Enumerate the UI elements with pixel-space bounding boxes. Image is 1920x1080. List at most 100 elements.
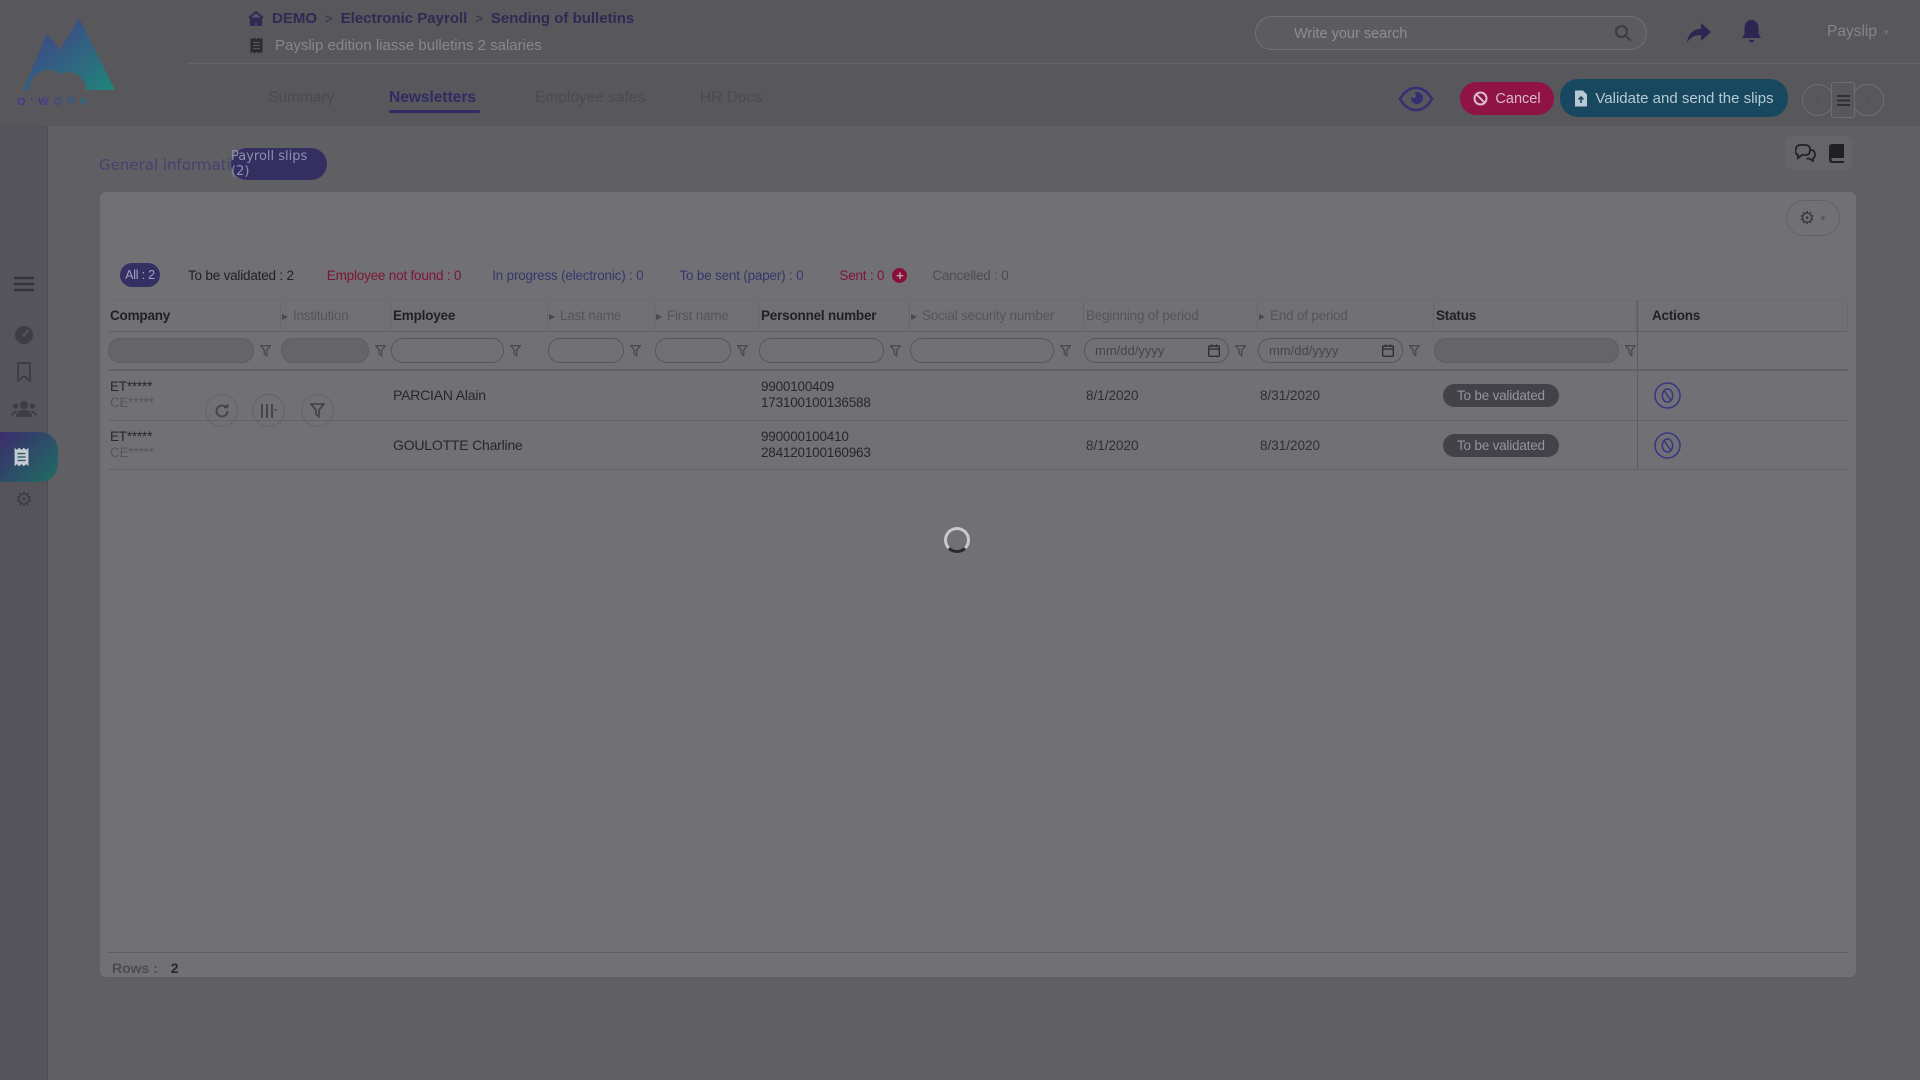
filter-input-ssn[interactable] [910,338,1054,363]
hamburger-menu-icon[interactable] [0,276,48,292]
tab-general-information[interactable]: General information [99,156,249,174]
expand-arrow-icon[interactable]: ▶ [656,302,662,331]
column-header-personnel-number[interactable]: Personnel number [759,301,910,331]
cell-ssn [910,371,1084,420]
status-chip-in-progress[interactable]: In progress (electronic) : 0 [492,268,643,283]
cell-company: ET***** CE***** [108,371,281,420]
receipt-icon [14,447,29,467]
home-icon[interactable] [248,11,264,26]
app-logo[interactable]: O'WORK [17,12,137,108]
column-header-first-name[interactable]: ▶First name [655,301,759,331]
cancel-slip-button ban-icon[interactable] [1654,432,1681,459]
search-icon[interactable] [1614,24,1632,42]
filter-input-personnel-number[interactable] [759,338,884,363]
column-header-employee[interactable]: Employee [391,301,548,331]
plus-circle-icon[interactable]: + [892,268,907,283]
validate-and-send-button[interactable]: Validate and send the slips [1560,79,1788,117]
funnel-icon[interactable] [890,345,901,357]
funnel-icon[interactable] [1060,345,1071,357]
book-icon[interactable] [1829,144,1844,163]
ban-icon [1473,91,1488,106]
pager-list-icon[interactable] [1831,82,1855,118]
cell-institution [281,421,391,470]
pager-next-icon[interactable]: › [1852,84,1884,116]
chevron-down-icon: ▼ [1819,214,1827,223]
brand-name: O'WORK [17,96,137,108]
column-header-institution[interactable]: ▶Institution [281,301,391,331]
funnel-icon[interactable] [260,345,271,357]
filter-input-status[interactable] [1434,338,1619,363]
user-menu[interactable]: Payslip ▾ [1827,23,1889,41]
funnel-icon[interactable] [1625,345,1636,357]
table-filter-row [108,332,1848,370]
sidebar-item-employees[interactable] [0,400,48,418]
pager-prev-icon[interactable]: ‹ [1802,84,1834,116]
sidebar-item-bookmarks[interactable] [0,362,48,382]
active-tab-underline [389,110,480,113]
sidebar-item-dashboard[interactable] [0,325,48,345]
filter-input-first-name[interactable] [655,338,731,363]
tab-payroll-slips[interactable]: Payroll slips (2) [231,148,327,180]
tab-employee-safes[interactable]: Employee safes [535,89,645,107]
funnel-icon[interactable] [630,345,641,357]
breadcrumb-item-sending-of-bulletins[interactable]: Sending of bulletins [491,10,634,27]
loading-spinner [944,527,970,553]
filter-input-begin-date[interactable] [1084,338,1229,363]
eye-icon[interactable] [1398,85,1434,113]
filter-input-institution[interactable] [281,338,369,363]
share-icon[interactable] [1685,21,1713,44]
tab-summary[interactable]: Summary [268,89,334,107]
filter-input-employee[interactable] [391,338,504,363]
status-chip-cancelled[interactable]: Cancelled : 0 [932,268,1008,283]
table-footer: Rows : 2 [108,952,1848,983]
table-row[interactable]: ET***** CE***** PARCIAN Alain 9900100409… [108,370,1848,420]
cancel-button[interactable]: Cancel [1460,82,1554,115]
left-sidebar: ⚙ [0,126,48,1080]
funnel-icon[interactable] [1409,345,1420,357]
status-chip-to-be-sent[interactable]: To be sent (paper) : 0 [679,268,803,283]
breadcrumb-item-electronic-payroll[interactable]: Electronic Payroll [341,10,468,27]
column-header-last-name[interactable]: ▶Last name [548,301,655,331]
funnel-icon[interactable] [375,345,386,357]
column-header-beginning-of-period[interactable]: Beginning of period [1084,301,1258,331]
status-chip-to-be-validated[interactable]: To be validated : 2 [188,268,294,283]
status-chip-all[interactable]: All : 2 [120,263,160,287]
expand-arrow-icon[interactable]: ▶ [282,302,288,331]
cell-employee: PARCIAN Alain [391,371,548,420]
expand-arrow-icon[interactable]: ▶ [1259,302,1265,331]
sidebar-item-settings gear-icon[interactable]: ⚙ [0,490,48,510]
expand-arrow-icon[interactable]: ▶ [911,302,917,331]
status-chip-sent[interactable]: Sent : 0 + [839,268,907,283]
breadcrumb-separator: > [325,11,333,26]
column-header-end-of-period[interactable]: ▶End of period [1258,301,1434,331]
funnel-icon[interactable] [1235,345,1246,357]
column-header-status[interactable]: Status [1434,301,1637,331]
cell-ssn [910,421,1084,470]
sidebar-item-payslips-active[interactable] [0,432,58,482]
tab-newsletters[interactable]: Newsletters [389,89,476,107]
cell-first-name [655,421,759,470]
status-badge: To be validated [1443,384,1559,407]
funnel-icon[interactable] [510,345,521,357]
tab-hr-docs[interactable]: HR Docs [700,89,762,107]
user-menu-label: Payslip [1827,23,1877,41]
table-settings-button[interactable]: ⚙ ▼ [1786,200,1840,236]
breadcrumb-separator: > [475,11,483,26]
gear-icon: ⚙ [1799,208,1815,228]
column-header-company[interactable]: Company [108,301,281,331]
expand-arrow-icon[interactable]: ▶ [549,302,555,331]
table-row[interactable]: ET***** CE***** GOULOTTE Charline 990000… [108,420,1848,470]
filter-input-company[interactable] [108,338,254,363]
record-pager: ‹ › [1802,82,1884,118]
filter-input-end-date[interactable] [1258,338,1403,363]
cancel-slip-button ban-icon[interactable] [1654,382,1681,409]
status-chip-employee-not-found[interactable]: Employee not found : 0 [327,268,461,283]
column-header-ssn[interactable]: ▶Social security number [910,301,1084,331]
bell-icon[interactable] [1740,19,1763,45]
top-header: O'WORK DEMO > Electronic Payroll > Sendi… [0,0,1920,126]
funnel-icon[interactable] [737,345,748,357]
filter-input-last-name[interactable] [548,338,624,363]
chat-icon[interactable] [1795,144,1817,162]
search-input[interactable] [1292,17,1596,51]
breadcrumb-item-demo[interactable]: DEMO [272,10,317,27]
